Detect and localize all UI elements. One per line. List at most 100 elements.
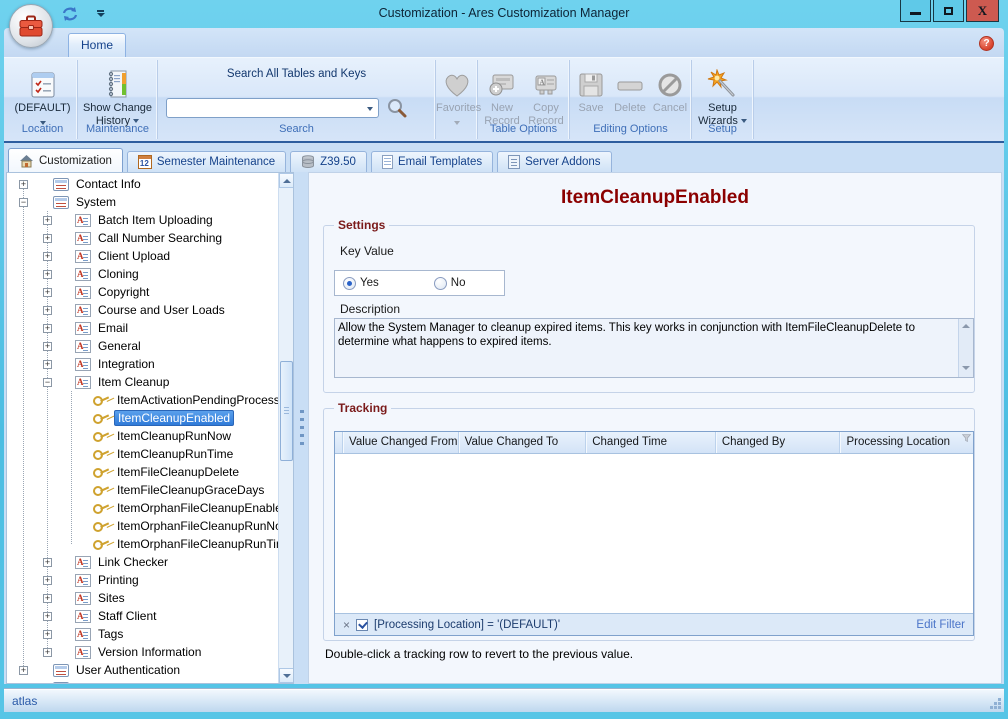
tree-item[interactable]: Client Upload: [43, 247, 278, 265]
tree-item[interactable]: ItemFileCleanupGraceDays: [93, 481, 278, 499]
tracking-legend: Tracking: [334, 401, 391, 415]
search-input[interactable]: [166, 98, 379, 118]
quick-access-dropdown[interactable]: [96, 10, 105, 19]
ribbon-group-favorites: Favorites: [436, 60, 478, 139]
expand-icon[interactable]: [43, 558, 52, 567]
tree-item[interactable]: Sites: [43, 589, 278, 607]
help-button[interactable]: ?: [979, 36, 994, 51]
setup-wizards-button[interactable]: Setup Wizards: [692, 62, 753, 128]
minimize-button[interactable]: [900, 0, 931, 22]
key-icon: [93, 484, 110, 496]
collapse-icon[interactable]: [19, 198, 28, 207]
default-location-button[interactable]: (DEFAULT): [8, 62, 77, 129]
tree-item-selected[interactable]: ItemCleanupEnabled: [93, 409, 278, 427]
expand-icon[interactable]: [43, 360, 52, 369]
expand-icon[interactable]: [43, 612, 52, 621]
save-icon: [572, 65, 610, 99]
tree-item[interactable]: Tags: [43, 625, 278, 643]
tree-item[interactable]: Cloning: [43, 265, 278, 283]
tree-item[interactable]: ItemActivationPendingProcessing...: [93, 391, 278, 409]
tree-item[interactable]: Printing: [43, 571, 278, 589]
expand-icon[interactable]: [43, 342, 52, 351]
expand-icon[interactable]: [43, 270, 52, 279]
expand-icon[interactable]: [43, 288, 52, 297]
expand-icon[interactable]: [43, 216, 52, 225]
expand-icon[interactable]: [19, 666, 28, 675]
expand-icon[interactable]: [43, 252, 52, 261]
resize-grip-icon[interactable]: [989, 697, 1002, 710]
tree-item[interactable]: Version Information: [43, 643, 278, 661]
cancel-icon: [650, 65, 690, 99]
expand-icon[interactable]: [43, 594, 52, 603]
tree-item[interactable]: Staff Client: [43, 607, 278, 625]
column-header[interactable]: Value Changed From: [343, 432, 459, 453]
scrollbar-thumb[interactable]: [280, 361, 293, 461]
expand-icon[interactable]: [43, 234, 52, 243]
tab-customization[interactable]: Customization: [8, 148, 123, 172]
expand-icon[interactable]: [19, 684, 28, 685]
tree-item[interactable]: Integration: [43, 355, 278, 373]
tree-item[interactable]: ItemOrphanFileCleanupRunTime: [93, 535, 278, 553]
column-header[interactable]: Changed By: [716, 432, 841, 453]
tab-server-addons[interactable]: Server Addons: [497, 151, 611, 172]
radio-no[interactable]: [434, 277, 447, 290]
expand-icon[interactable]: [43, 576, 52, 585]
copy-record-button: A CopyRecord: [524, 62, 568, 128]
filter-checkbox[interactable]: [356, 619, 368, 631]
tree-item[interactable]: ItemOrphanFileCleanupEnabled: [93, 499, 278, 517]
tree-item[interactable]: Contact Info: [19, 175, 278, 193]
tree-item[interactable]: ItemOrphanFileCleanupRunNow: [93, 517, 278, 535]
expand-icon[interactable]: [43, 306, 52, 315]
tree-item[interactable]: Email: [43, 319, 278, 337]
filter-funnel-icon[interactable]: [962, 434, 971, 442]
tree-item[interactable]: System: [19, 193, 278, 211]
expand-icon[interactable]: [19, 180, 28, 189]
search-magnifier-icon[interactable]: [386, 97, 408, 119]
tree-item[interactable]: Link Checker: [43, 553, 278, 571]
expand-icon[interactable]: [43, 648, 52, 657]
tree-item[interactable]: [19, 679, 278, 684]
column-header[interactable]: Changed Time: [586, 432, 716, 453]
tree-item[interactable]: Copyright: [43, 283, 278, 301]
collapse-icon[interactable]: [43, 378, 52, 387]
column-header[interactable]: Value Changed To: [459, 432, 587, 453]
tree-item[interactable]: Course and User Loads: [43, 301, 278, 319]
tree-item[interactable]: Item Cleanup: [43, 373, 278, 391]
ribbon-tab-home[interactable]: Home: [68, 33, 126, 57]
panel-splitter[interactable]: [296, 172, 308, 684]
tree-item[interactable]: General: [43, 337, 278, 355]
tree-item[interactable]: Call Number Searching: [43, 229, 278, 247]
show-change-history-button[interactable]: Show Change History: [78, 62, 157, 128]
radio-no-label: No: [451, 277, 466, 289]
tracking-grid-body[interactable]: [335, 454, 973, 613]
tree-item[interactable]: Batch Item Uploading: [43, 211, 278, 229]
tab-email-templates[interactable]: Email Templates: [371, 151, 493, 172]
key-icon: [93, 412, 110, 424]
tab-z3950[interactable]: Z39.50: [290, 151, 367, 172]
settings-groupbox: Settings Key Value Yes No Description Al…: [323, 225, 975, 393]
description-textbox[interactable]: Allow the System Manager to cleanup expi…: [334, 318, 974, 378]
application-menu-button[interactable]: [9, 4, 53, 48]
radio-yes[interactable]: [343, 277, 356, 290]
edit-filter-link[interactable]: Edit Filter: [916, 619, 965, 631]
description-scrollbar[interactable]: [958, 319, 973, 377]
tab-semester-maintenance[interactable]: 12 Semester Maintenance: [127, 151, 286, 172]
tree-scrollbar[interactable]: [278, 173, 293, 683]
clear-filter-icon[interactable]: ×: [343, 618, 350, 632]
expand-icon[interactable]: [43, 324, 52, 333]
expand-icon[interactable]: [43, 630, 52, 639]
scroll-down-icon[interactable]: [279, 668, 294, 683]
scroll-up-icon[interactable]: [962, 324, 970, 328]
close-button[interactable]: X: [966, 0, 999, 22]
tree-item[interactable]: ItemCleanupRunNow: [93, 427, 278, 445]
category-icon: [75, 286, 91, 299]
column-header[interactable]: Processing Location: [840, 432, 973, 453]
dropdown-arrow-icon[interactable]: [367, 107, 373, 111]
tree-item[interactable]: ItemCleanupRunTime: [93, 445, 278, 463]
scroll-down-icon[interactable]: [962, 366, 970, 370]
refresh-icon[interactable]: [60, 5, 80, 23]
scroll-up-icon[interactable]: [279, 173, 294, 188]
tree-item[interactable]: ItemFileCleanupDelete: [93, 463, 278, 481]
maximize-button[interactable]: [933, 0, 964, 22]
tree-item[interactable]: User Authentication: [19, 661, 278, 679]
